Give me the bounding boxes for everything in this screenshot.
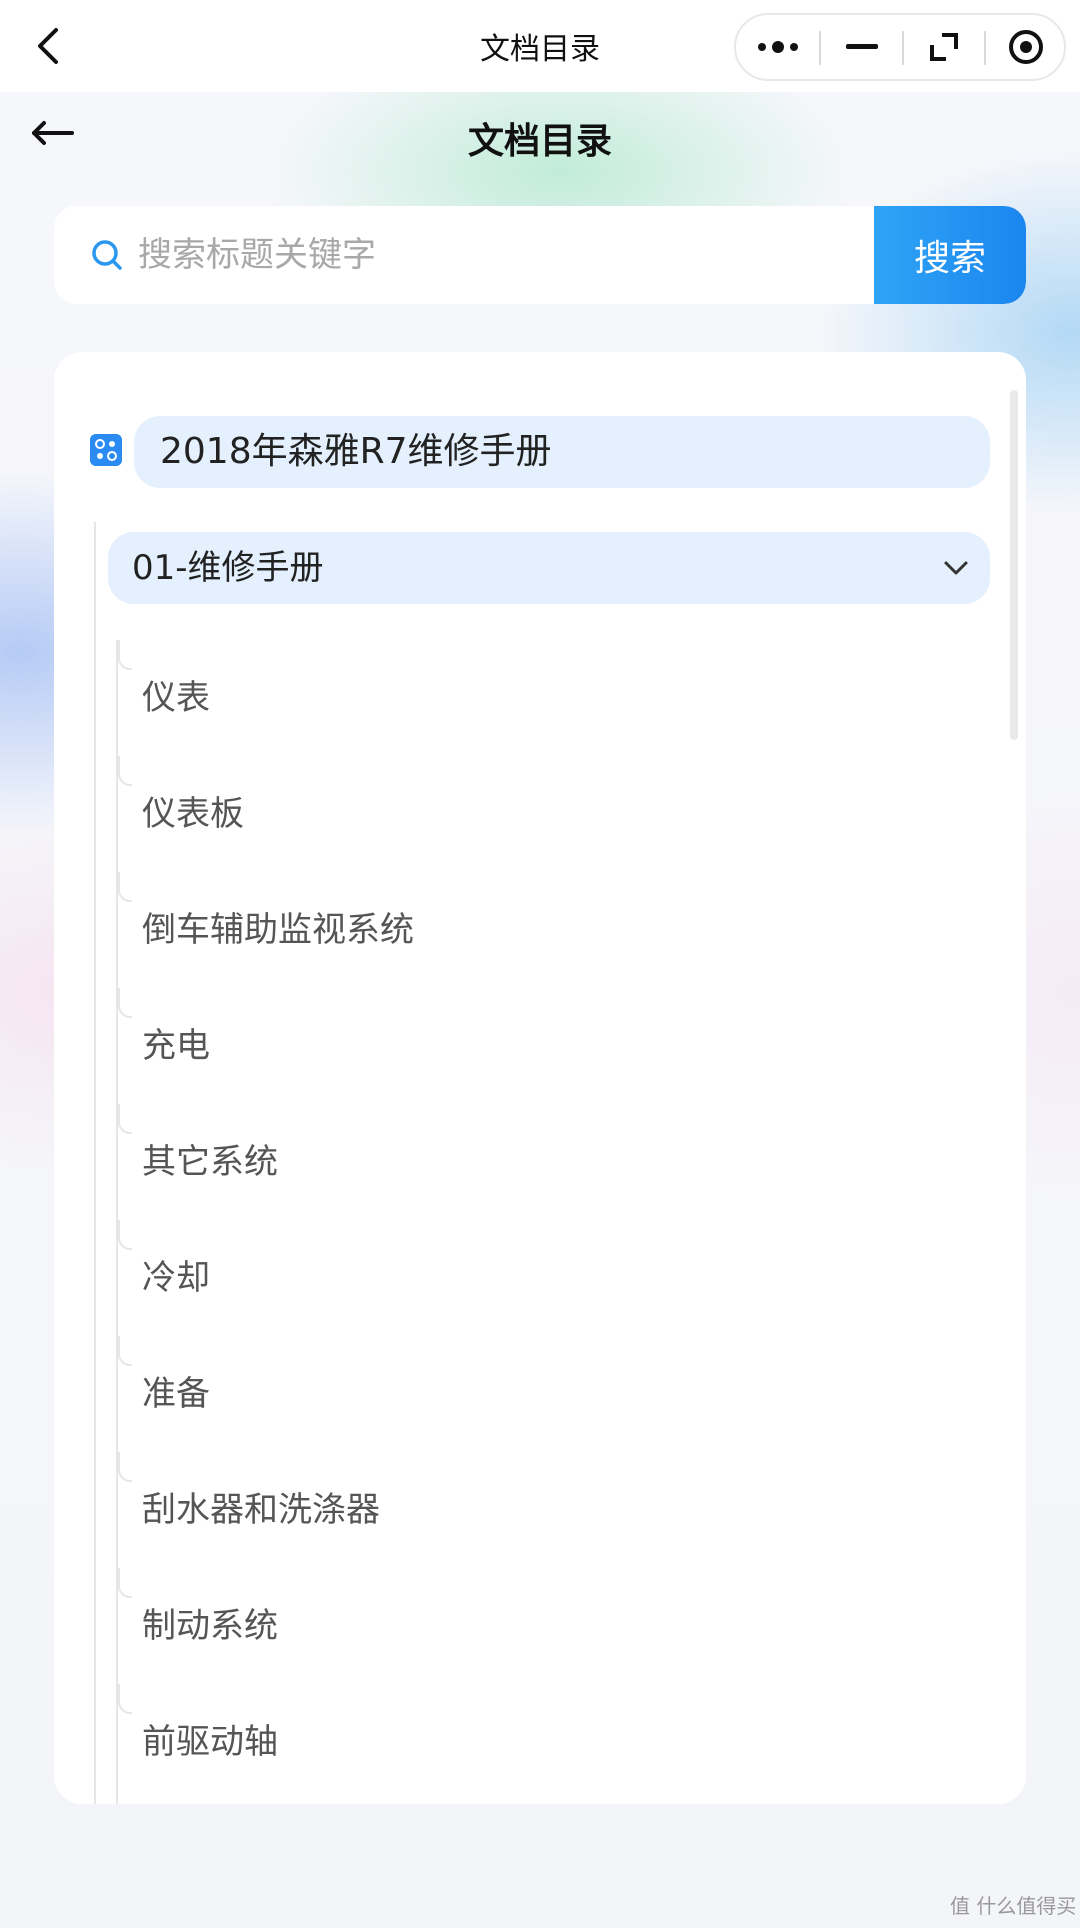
search-bar: 搜索 — [54, 206, 1026, 304]
tree-leaf-item[interactable]: 冷却 — [118, 1220, 990, 1336]
tree-branch-line — [118, 1684, 132, 1714]
tree-branch-line — [118, 1104, 132, 1134]
float-window-icon — [930, 33, 958, 61]
search-button[interactable]: 搜索 — [874, 206, 1026, 304]
chapter-label: 01-维修手册 — [132, 548, 324, 588]
scrollbar[interactable] — [1010, 390, 1018, 740]
tree-branch-line — [118, 1568, 132, 1598]
tree-leaf-label: 制动系统 — [142, 1606, 278, 1646]
chevron-down-icon — [944, 561, 968, 575]
capsule-divider — [819, 31, 821, 65]
float-window-button[interactable] — [904, 15, 984, 79]
tree-leaf-item[interactable]: 倒车辅助监视系统 — [118, 872, 990, 988]
tree-leaf-label: 仪表板 — [142, 794, 244, 834]
minimize-button[interactable] — [822, 15, 902, 79]
tree-leaf-item[interactable]: 充电 — [118, 988, 990, 1104]
tree-leaf-item[interactable]: 仪表板 — [118, 756, 990, 872]
tree-leaf-item[interactable]: 仪表 — [118, 640, 990, 756]
minus-icon — [846, 44, 878, 49]
tree-leaf-label: 准备 — [142, 1374, 210, 1414]
tree-guide-line — [94, 522, 96, 1804]
tree-branch-line — [118, 1220, 132, 1250]
page-header: 文档目录 — [0, 92, 1080, 184]
tree-leaf-label: 倒车辅助监视系统 — [142, 910, 414, 950]
tree-chapter-item[interactable]: 01-维修手册 — [108, 532, 990, 604]
tree-root-item[interactable]: 2018年森雅R7维修手册 — [134, 416, 990, 488]
tree-branch-line — [118, 756, 132, 786]
more-dots-icon — [758, 41, 798, 53]
top-bar: 文档目录 — [0, 0, 1080, 92]
tree-leaf-item[interactable]: 前驱动轴 — [118, 1684, 990, 1800]
capsule-menu — [734, 13, 1066, 81]
watermark: 值 什么值得买 — [950, 1890, 1076, 1919]
manual-icon — [90, 434, 122, 466]
directory-card: 2018年森雅R7维修手册 01-维修手册 仪表 仪表板 倒车辅助监视系统 充电… — [54, 352, 1026, 1804]
tree-leaf-label: 前驱动轴 — [142, 1722, 278, 1762]
tree-leaf-label: 仪表 — [142, 678, 210, 718]
tree-children-list: 仪表 仪表板 倒车辅助监视系统 充电 其它系统 冷却 准备 刮水器和洗涤器 制动… — [118, 640, 990, 1800]
tree-branch-line — [118, 988, 132, 1018]
tree-leaf-item[interactable]: 其它系统 — [118, 1104, 990, 1220]
target-close-icon — [1009, 30, 1043, 64]
tree-leaf-label: 其它系统 — [142, 1142, 278, 1182]
more-button[interactable] — [738, 15, 818, 79]
tree-branch-line — [118, 1336, 132, 1366]
watermark-text: 值 什么值得买 — [950, 1894, 1077, 1918]
tree-leaf-label: 充电 — [142, 1026, 210, 1066]
tree-leaf-item[interactable]: 准备 — [118, 1336, 990, 1452]
tree-leaf-item[interactable]: 制动系统 — [118, 1568, 990, 1684]
page-title: 文档目录 — [467, 121, 612, 162]
tree-branch-line — [118, 872, 132, 902]
close-button[interactable] — [986, 15, 1066, 79]
tree-leaf-item[interactable]: 刮水器和洗涤器 — [118, 1452, 990, 1568]
search-input[interactable] — [138, 206, 918, 304]
tree-leaf-label: 冷却 — [142, 1258, 210, 1298]
tree-leaf-label: 刮水器和洗涤器 — [142, 1490, 380, 1530]
tree-branch-line — [118, 640, 132, 670]
search-icon — [92, 240, 122, 270]
tree-branch-line — [118, 1452, 132, 1482]
